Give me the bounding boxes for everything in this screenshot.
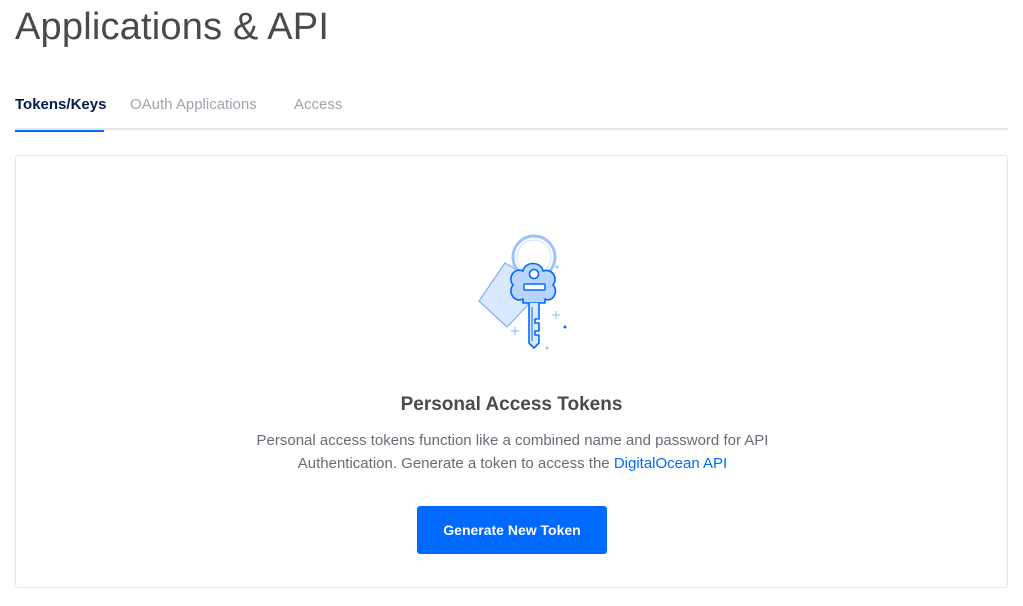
tab-tokens-keys[interactable]: Tokens/Keys bbox=[15, 96, 106, 132]
generate-new-token-button[interactable]: Generate New Token bbox=[417, 506, 607, 554]
digitalocean-api-link[interactable]: DigitalOcean API bbox=[614, 455, 727, 472]
key-icon bbox=[478, 234, 567, 350]
description-line-2: Authentication. Generate a token to acce… bbox=[297, 455, 614, 472]
page-title: Applications & API bbox=[15, 6, 330, 48]
tab-oauth-applications[interactable]: OAuth Applications bbox=[130, 96, 257, 130]
description-line-1: Personal access tokens function like a c… bbox=[256, 432, 769, 449]
tokens-empty-state-panel: Personal Access Tokens Personal access t… bbox=[15, 155, 1008, 588]
tab-bar: Tokens/Keys OAuth Applications Access bbox=[15, 84, 1008, 132]
empty-state-description: Personal access tokens function like a c… bbox=[216, 429, 809, 475]
empty-state-title: Personal Access Tokens bbox=[400, 394, 623, 415]
tab-access[interactable]: Access bbox=[294, 96, 342, 130]
